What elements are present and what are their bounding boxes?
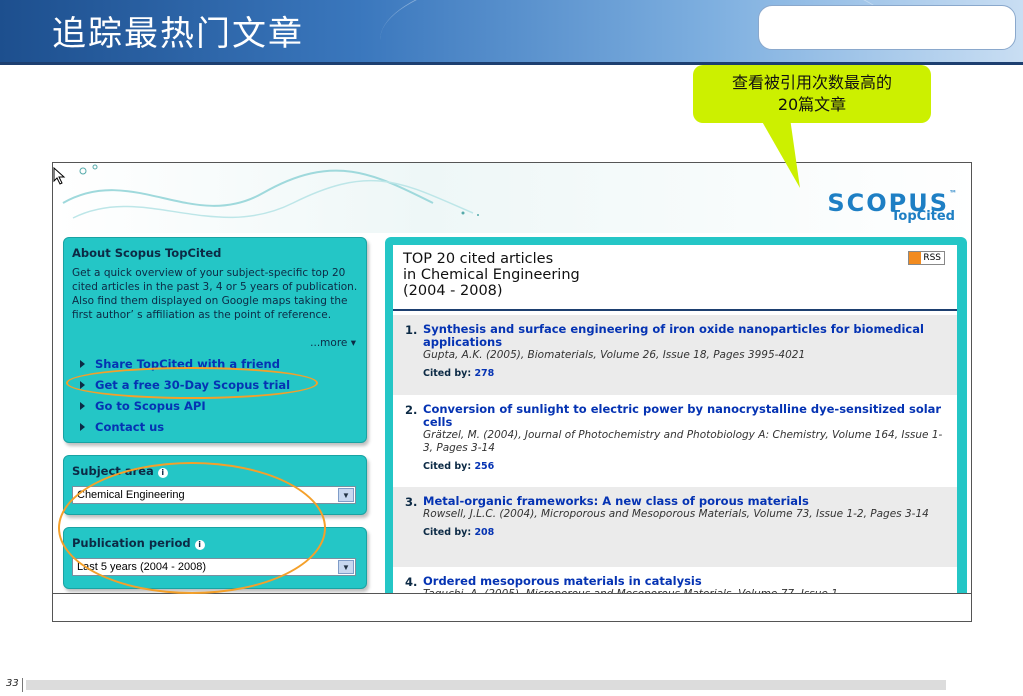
about-title: About Scopus TopCited (72, 246, 222, 260)
rss-label: RSS (923, 253, 941, 263)
more-link[interactable]: ...more ▾ (310, 337, 356, 349)
article-number: 2. (405, 403, 418, 417)
article-citation: Rowsell, J.L.C. (2004), Microporous and … (423, 508, 929, 520)
callout-bubble: 查看被引用次数最高的 20篇文章 (693, 65, 931, 123)
more-label: ...more (310, 337, 348, 349)
chevron-down-icon[interactable]: ▼ (338, 488, 354, 502)
caret-down-icon: ▾ (350, 337, 356, 349)
results-heading-rule (393, 309, 957, 311)
article-title-link[interactable]: Conversion of sunlight to electric power… (423, 403, 947, 429)
footer-separator (22, 678, 23, 692)
article-cited-by: Cited by: 208 (423, 527, 947, 538)
topcited-label: TopCited (891, 209, 955, 224)
cited-count-link[interactable]: 208 (474, 527, 494, 538)
article-citation: Grätzel, M. (2004), Journal of Photochem… (423, 429, 943, 454)
about-text: Get a quick overview of your subject-spe… (72, 267, 358, 321)
cited-by-label: Cited by: (423, 527, 472, 538)
bullet-triangle-icon (80, 401, 85, 410)
article-number: 4. (405, 575, 418, 589)
article-item: 2. Conversion of sunlight to electric po… (393, 395, 957, 487)
cited-by-label: Cited by: (423, 461, 472, 472)
bullet-triangle-icon (80, 359, 85, 368)
footer-bar (26, 680, 946, 690)
results-heading-line-3: (2004 - 2008) (403, 283, 503, 299)
article-item: 1. Synthesis and surface engineering of … (393, 315, 957, 395)
link-label: Go to Scopus API (95, 398, 206, 413)
cited-by-label: Cited by: (423, 368, 472, 379)
article-citation: Gupta, A.K. (2005), Biomaterials, Volume… (423, 349, 806, 361)
highlight-ellipse-filters (58, 462, 326, 594)
cited-count-link[interactable]: 278 (474, 368, 494, 379)
article-title-link[interactable]: Synthesis and surface engineering of iro… (423, 323, 947, 349)
results-panel: TOP 20 cited articles in Chemical Engine… (385, 237, 967, 621)
article-cited-by: Cited by: 278 (423, 368, 947, 379)
about-panel: About Scopus TopCited Get a quick overvi… (63, 237, 367, 443)
article-number: 1. (405, 323, 418, 337)
chevron-down-icon[interactable]: ▼ (338, 560, 354, 574)
article-cited-by: Cited by: 256 (423, 461, 947, 472)
page-number: 33 (6, 678, 19, 689)
article-title-link[interactable]: Ordered mesoporous materials in catalysi… (423, 575, 947, 588)
rss-button[interactable]: RSS (908, 251, 945, 265)
screenshot-crop-edge (53, 593, 971, 621)
article-title-link[interactable]: Metal-organic frameworks: A new class of… (423, 495, 947, 508)
results-list: TOP 20 cited articles in Chemical Engine… (393, 245, 957, 621)
highlight-ellipse-trial (66, 367, 318, 399)
results-heading: TOP 20 cited articles in Chemical Engine… (403, 251, 580, 299)
cited-count-link[interactable]: 256 (474, 461, 494, 472)
callout-line-1: 查看被引用次数最高的 (731, 73, 892, 92)
link-contact-us[interactable]: Contact us (80, 416, 290, 437)
article-item: 3. Metal-organic frameworks: A new class… (393, 487, 957, 567)
results-heading-line-1: TOP 20 cited articles (403, 251, 554, 267)
rss-icon (909, 252, 922, 264)
link-label: Contact us (95, 419, 165, 434)
article-number: 3. (405, 495, 418, 509)
results-heading-line-2: in Chemical Engineering (403, 267, 580, 283)
callout-line-2: 20篇文章 (777, 95, 847, 114)
bullet-triangle-icon (80, 422, 85, 431)
